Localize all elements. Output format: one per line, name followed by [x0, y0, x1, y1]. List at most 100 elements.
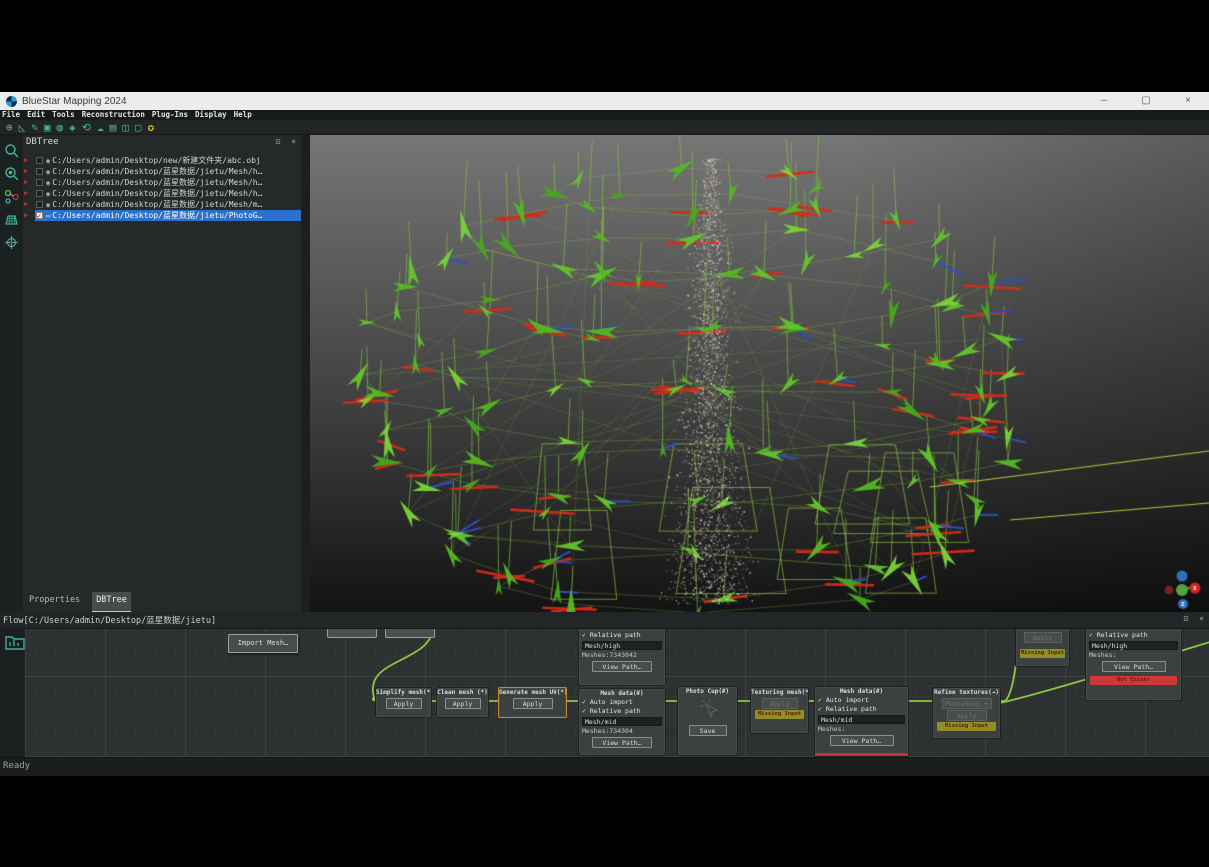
menu-item-reconstruction[interactable]: Reconstruction	[82, 110, 145, 120]
cube-icon[interactable]: ▢	[135, 121, 142, 134]
expand-arrow-icon[interactable]: ▶	[24, 155, 28, 166]
tree-item[interactable]: ▶◉C:/Users/admin/Desktop/蓝星数据/jietu/Mesh…	[23, 188, 301, 199]
flow-left-gutter	[0, 628, 25, 757]
view-path-button[interactable]: View Path…	[592, 737, 652, 748]
expand-arrow-icon[interactable]: ▶	[24, 210, 28, 221]
flow-node-photo-copy[interactable]: Photo Cup(#)Save	[677, 686, 738, 756]
checkbox-relative-path[interactable]: ✓ Relative path	[1089, 631, 1148, 640]
flow-node-title: Mesh data(#)	[815, 688, 908, 696]
checkbox-relative-path[interactable]: ✓ Relative path	[582, 707, 641, 716]
viewport-scene-canvas[interactable]	[310, 135, 1209, 612]
cloud-icon[interactable]: ☁	[97, 121, 104, 134]
tree-item[interactable]: ▶◉C:/Users/admin/Desktop/蓝星数据/jietu/Mesh…	[23, 166, 301, 177]
dbtree-panel-icons[interactable]: ⊡ ×	[276, 137, 299, 146]
side-toolbar	[0, 135, 23, 612]
menu-item-tools[interactable]: Tools	[52, 110, 75, 120]
partial-button-1[interactable]	[327, 628, 377, 638]
image-icon[interactable]: ▣	[44, 121, 51, 134]
apply-button[interactable]: Apply	[445, 698, 481, 709]
checkbox-auto-import[interactable]: ✓ Auto import	[818, 696, 869, 705]
checkbox-relative-path[interactable]: ✓ Relative path	[582, 631, 641, 640]
flow-node-mesh-data-high[interactable]: ✓ Relative pathMesh/highMeshes:7343042Vi…	[578, 628, 666, 686]
close-button[interactable]: ×	[1167, 92, 1209, 110]
uv-sphere-icon[interactable]: ◍	[57, 121, 64, 134]
flow-node-mesh-data-mid[interactable]: Mesh data(#)✓ Auto import✓ Relative path…	[578, 688, 666, 756]
zoom-select-icon[interactable]	[4, 166, 19, 181]
menu-item-edit[interactable]: Edit	[27, 110, 45, 120]
plugin-shield-icon[interactable]: ✪	[147, 121, 154, 134]
import-mesh-button[interactable]: Import Mesh…	[228, 634, 298, 653]
minimize-button[interactable]: –	[1083, 92, 1125, 110]
apply-button[interactable]: Apply	[1024, 632, 1062, 643]
view-path-button[interactable]: View Path…	[592, 661, 652, 672]
photoshop-button[interactable]: PhotoShop ▾	[942, 698, 992, 709]
rebuild-icon[interactable]: ⟲	[82, 121, 91, 134]
tree-item[interactable]: ▶◉C:/Users/admin/Desktop/new/新建文件夹/abc.o…	[23, 155, 301, 166]
expand-arrow-icon[interactable]: ▶	[24, 177, 28, 188]
flow-canvas[interactable]: Import Mesh… Simplify mesh(*)ApplyClean m…	[25, 628, 1209, 757]
flow-node-simplify-mesh[interactable]: Simplify mesh(*)Apply	[375, 687, 432, 718]
checkbox-auto-import[interactable]: ✓ Auto import	[582, 698, 633, 707]
tree-checkbox[interactable]	[36, 190, 43, 197]
tree-item[interactable]: ▶▭C:/Users/admin/Desktop/蓝星数据/jietu/Phot…	[23, 210, 301, 221]
menu-item-help[interactable]: Help	[234, 110, 252, 120]
flow-folder-icon[interactable]	[5, 634, 25, 650]
tree-item[interactable]: ▶◉C:/Users/admin/Desktop/蓝星数据/jietu/Mesh…	[23, 177, 301, 188]
crop-polygon-icon[interactable]: ◺	[19, 121, 26, 134]
menu-item-display[interactable]: Display	[195, 110, 227, 120]
tree-checkbox[interactable]	[36, 179, 43, 186]
dbtree-panel-header: DBTree ⊡ ×	[23, 135, 301, 151]
dbtree-panel: DBTree ⊡ × ▶◉C:/Users/admin/Desktop/new/…	[23, 135, 301, 612]
tree-checkbox[interactable]	[36, 201, 43, 208]
locate-icon[interactable]	[4, 235, 19, 250]
flow-panel-header: Flow[C:/Users/admin/Desktop/蓝星数据/jietu] …	[0, 612, 1209, 628]
not-exists-badge: Not Exists	[1090, 676, 1177, 685]
apply-button[interactable]: Apply	[762, 698, 798, 709]
partial-button-2[interactable]	[385, 628, 435, 638]
path-input[interactable]: Mesh/mid	[582, 717, 662, 726]
layers-icon[interactable]: ▤	[110, 121, 117, 134]
tree-item[interactable]: ▶◉C:/Users/admin/Desktop/蓝星数据/jietu/Mesh…	[23, 199, 301, 210]
view-path-button[interactable]: View Path…	[1102, 661, 1166, 672]
render-globe-icon[interactable]: ⊕	[6, 121, 13, 134]
tree-checkbox[interactable]	[36, 168, 43, 175]
flow-node-mesh-data-2[interactable]: Mesh data(#)✓ Auto import✓ Relative path…	[814, 686, 909, 757]
tree-checkbox[interactable]	[36, 212, 43, 219]
flow-node-clean-mesh[interactable]: Clean mesh (*)Apply	[436, 687, 489, 718]
path-input[interactable]: Mesh/mid	[818, 715, 905, 724]
zoom-icon[interactable]	[4, 143, 19, 158]
tree-checkbox[interactable]	[36, 157, 43, 164]
flow-node-mesh-data-not-exists[interactable]: ✓ Relative pathMesh/highMeshes:View Path…	[1085, 628, 1182, 701]
flow-panel-icons[interactable]: ⊡ ×	[1184, 614, 1207, 623]
menu-item-file[interactable]: File	[2, 110, 20, 120]
folder-icon: ▭	[46, 212, 50, 220]
checkbox-relative-path[interactable]: ✓ Relative path	[818, 705, 877, 714]
path-input[interactable]: Mesh/high	[582, 641, 662, 650]
flow-node-refine-textures[interactable]: Refine textures(→)PhotoShop ▾ApplyMissin…	[932, 687, 1001, 739]
path-input[interactable]: Mesh/high	[1089, 641, 1178, 650]
pen-tool-icon[interactable]: ✎	[31, 121, 38, 134]
maximize-button[interactable]: ▢	[1125, 92, 1167, 110]
apply-button[interactable]: Apply	[513, 698, 553, 709]
flow-node-partial-apply-node[interactable]: ApplyMissing Input	[1015, 628, 1070, 667]
save-button[interactable]: Save	[689, 725, 727, 736]
expand-arrow-icon[interactable]: ▶	[24, 188, 28, 199]
flow-node-generate-mesh-uv[interactable]: Generate mesh UV(*)Apply	[498, 687, 567, 718]
expand-arrow-icon[interactable]: ▶	[24, 166, 28, 177]
viewport-3d[interactable]	[310, 135, 1209, 612]
expand-arrow-icon[interactable]: ▶	[24, 199, 28, 210]
tab-dbtree[interactable]: DBTree	[92, 592, 131, 612]
camera-icon[interactable]: ◫	[122, 121, 129, 134]
mesh-cube-icon[interactable]: ◈	[69, 121, 76, 134]
title-bar[interactable]: BlueStar Mapping 2024 – ▢ ×	[0, 92, 1209, 110]
node-link-icon[interactable]	[4, 189, 19, 204]
apply-button[interactable]: Apply	[947, 710, 987, 721]
flow-node-texturing-mesh[interactable]: Texturing mesh(*)ApplyMissing Input	[750, 687, 809, 734]
apply-button[interactable]: Apply	[386, 698, 422, 709]
view-path-button[interactable]: View Path…	[830, 735, 894, 746]
menu-item-plug-ins[interactable]: Plug-Ins	[152, 110, 188, 120]
mesh-grid-icon[interactable]	[4, 212, 19, 227]
status-text: Ready	[3, 761, 30, 771]
tab-properties[interactable]: Properties	[25, 592, 84, 612]
menu-bar: File Edit Tools Reconstruction Plug-Ins Displ…	[0, 110, 1209, 120]
